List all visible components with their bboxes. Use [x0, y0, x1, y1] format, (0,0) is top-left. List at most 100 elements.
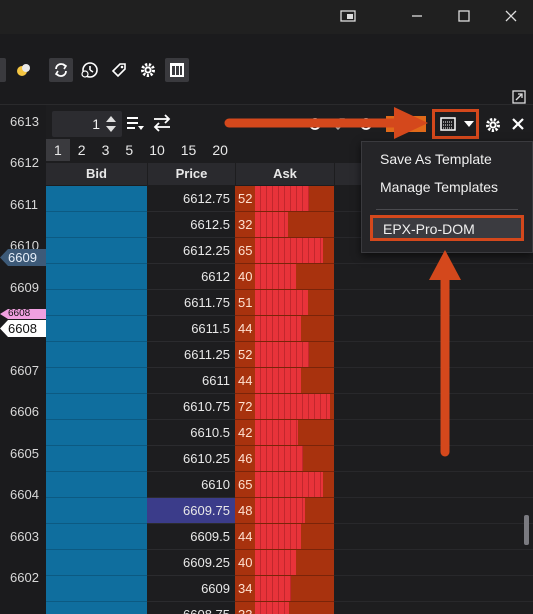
- close-window-icon[interactable]: [496, 4, 526, 28]
- tick-option[interactable]: 10: [141, 139, 173, 161]
- price-cell[interactable]: 6612: [147, 264, 235, 290]
- ask-cell[interactable]: 65: [235, 238, 334, 264]
- price-cell[interactable]: 6612.75: [147, 186, 235, 212]
- settings-icon[interactable]: [136, 58, 160, 82]
- price-cell[interactable]: 6611.5: [147, 316, 235, 342]
- bid-cell[interactable]: [46, 524, 147, 550]
- empty-cell[interactable]: [334, 576, 533, 602]
- tag-icon[interactable]: [107, 58, 131, 82]
- empty-cell[interactable]: [334, 368, 533, 394]
- popout-icon[interactable]: [508, 88, 530, 106]
- ask-cell[interactable]: 34: [235, 576, 334, 602]
- price-cell[interactable]: 6612.5: [147, 212, 235, 238]
- empty-cell[interactable]: [334, 342, 533, 368]
- menu-item-template-epx-pro-dom[interactable]: EPX-Pro-DOM: [370, 215, 524, 241]
- tag-outline-icon[interactable]: [331, 116, 347, 132]
- dom-layout-icon[interactable]: [165, 58, 189, 82]
- price-cell[interactable]: 6609.75: [147, 498, 235, 524]
- empty-cell[interactable]: [334, 602, 533, 614]
- ask-cell[interactable]: 32: [235, 212, 334, 238]
- empty-cell[interactable]: [334, 524, 533, 550]
- bid-cell[interactable]: [46, 316, 147, 342]
- empty-cell[interactable]: [334, 394, 533, 420]
- bid-cell[interactable]: [46, 342, 147, 368]
- ask-cell[interactable]: 48: [235, 498, 334, 524]
- ask-cell[interactable]: 40: [235, 550, 334, 576]
- quantity-spin-icon[interactable]: [104, 114, 118, 134]
- close-panel-icon[interactable]: [511, 117, 525, 131]
- tick-option[interactable]: 1: [46, 139, 70, 161]
- quantity-stepper[interactable]: 1: [52, 111, 122, 137]
- ask-cell[interactable]: 46: [235, 446, 334, 472]
- tick-option[interactable]: 2: [70, 139, 94, 161]
- ask-cell[interactable]: 72: [235, 394, 334, 420]
- price-cell[interactable]: 6610: [147, 472, 235, 498]
- tick-option[interactable]: 20: [204, 139, 236, 161]
- tick-option[interactable]: 15: [173, 139, 205, 161]
- replay-icon[interactable]: [78, 58, 102, 82]
- price-cell[interactable]: 6609: [147, 576, 235, 602]
- bid-cell[interactable]: [46, 472, 147, 498]
- flatten-button[interactable]: [386, 116, 426, 132]
- bid-cell[interactable]: [46, 264, 147, 290]
- empty-cell[interactable]: [334, 446, 533, 472]
- menu-item-manage-templates[interactable]: Manage Templates: [362, 174, 532, 200]
- reverse-icon[interactable]: [152, 114, 172, 132]
- bid-cell[interactable]: [46, 212, 147, 238]
- ask-cell[interactable]: 40: [235, 264, 334, 290]
- price-cell[interactable]: 6610.25: [147, 446, 235, 472]
- bid-cell[interactable]: [46, 602, 147, 614]
- ask-cell[interactable]: 44: [235, 524, 334, 550]
- menu-item-save-template[interactable]: Save As Template: [362, 146, 532, 172]
- toolbar-cut-button[interactable]: [0, 58, 6, 82]
- bid-cell[interactable]: [46, 446, 147, 472]
- price-cell[interactable]: 6609.5: [147, 524, 235, 550]
- empty-cell[interactable]: [334, 316, 533, 342]
- empty-cell[interactable]: [334, 498, 533, 524]
- empty-cell[interactable]: [334, 550, 533, 576]
- empty-cell[interactable]: [334, 472, 533, 498]
- tick-option[interactable]: 3: [94, 139, 118, 161]
- ask-cell[interactable]: 52: [235, 186, 334, 212]
- snap-window-icon[interactable]: [333, 4, 363, 28]
- bid-cell[interactable]: [46, 290, 147, 316]
- empty-cell[interactable]: [334, 264, 533, 290]
- maximize-icon[interactable]: [449, 4, 479, 28]
- dom-settings-icon[interactable]: [484, 116, 502, 134]
- order-list-icon[interactable]: [126, 115, 144, 131]
- tick-option[interactable]: 5: [117, 139, 141, 161]
- bid-cell[interactable]: [46, 550, 147, 576]
- ask-cell[interactable]: 33: [235, 602, 334, 614]
- price-cell[interactable]: 6610.5: [147, 420, 235, 446]
- bid-cell[interactable]: [46, 420, 147, 446]
- empty-cell[interactable]: [334, 290, 533, 316]
- price-cell[interactable]: 6611.75: [147, 290, 235, 316]
- price-cell[interactable]: 6608.75: [147, 602, 235, 614]
- bid-cell[interactable]: [46, 498, 147, 524]
- bid-cell[interactable]: [46, 394, 147, 420]
- price-cell[interactable]: 6611: [147, 368, 235, 394]
- ask-column-header[interactable]: Ask: [235, 163, 334, 185]
- price-cell[interactable]: 6611.25: [147, 342, 235, 368]
- ask-cell[interactable]: 51: [235, 290, 334, 316]
- sync-icon[interactable]: [49, 58, 73, 82]
- price-cell[interactable]: 6609.25: [147, 550, 235, 576]
- bid-cell[interactable]: [46, 186, 147, 212]
- bid-cell[interactable]: [46, 576, 147, 602]
- bid-cell[interactable]: [46, 238, 147, 264]
- ask-cell[interactable]: 44: [235, 368, 334, 394]
- bid-cell[interactable]: [46, 368, 147, 394]
- price-cell[interactable]: 6612.25: [147, 238, 235, 264]
- ladder-scrollbar[interactable]: [524, 515, 529, 545]
- palette-icon[interactable]: [12, 58, 36, 82]
- template-button[interactable]: [432, 109, 479, 139]
- minimize-icon[interactable]: [402, 4, 432, 28]
- ask-cell[interactable]: 42: [235, 420, 334, 446]
- reload-icon[interactable]: [358, 116, 374, 132]
- bid-column-header[interactable]: Bid: [46, 163, 147, 185]
- ask-cell[interactable]: 44: [235, 316, 334, 342]
- refresh-icon[interactable]: [307, 116, 323, 132]
- ask-cell[interactable]: 52: [235, 342, 334, 368]
- price-column-header[interactable]: Price: [147, 163, 235, 185]
- price-cell[interactable]: 6610.75: [147, 394, 235, 420]
